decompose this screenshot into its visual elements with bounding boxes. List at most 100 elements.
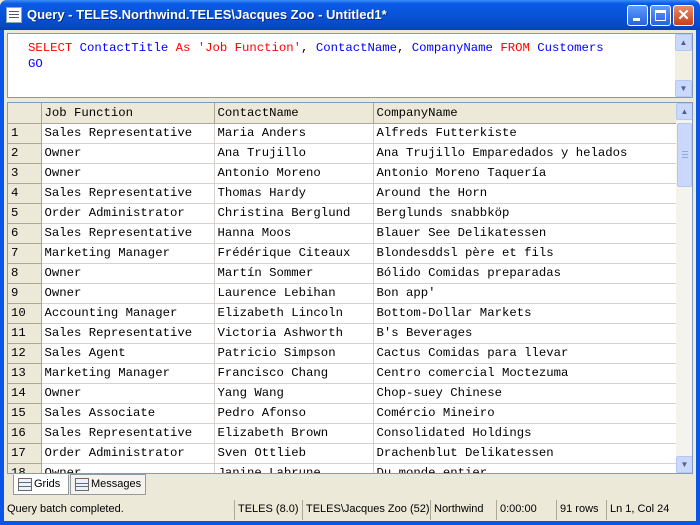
row-number-cell[interactable]: 9	[8, 283, 42, 304]
row-number-cell[interactable]: 12	[8, 343, 42, 364]
job-function-cell[interactable]: Owner	[41, 463, 215, 473]
row-number-cell[interactable]: 17	[8, 443, 42, 464]
table-row[interactable]: 15 Sales Associate Pedro Afonso Comércio Mi…	[8, 403, 678, 424]
row-number-cell[interactable]: 15	[8, 403, 42, 424]
row-number-cell[interactable]: 10	[8, 303, 42, 324]
company-name-cell[interactable]: Drachenblut Delikatessen	[373, 443, 678, 464]
company-name-cell[interactable]: Ana Trujillo Emparedados y helados	[373, 143, 678, 164]
title-bar[interactable]: Query - TELES.Northwind.TELES\Jacques Zo…	[0, 0, 700, 30]
row-number-cell[interactable]: 18	[8, 463, 42, 473]
job-function-cell[interactable]: Order Administrator	[41, 203, 215, 224]
contact-name-cell[interactable]: Francisco Chang	[214, 363, 374, 384]
job-function-cell[interactable]: Sales Representative	[41, 323, 215, 344]
row-number-cell[interactable]: 4	[8, 183, 42, 204]
grid-scroll-thumb[interactable]	[677, 123, 692, 187]
query-app-icon[interactable]	[6, 7, 22, 23]
minimize-button[interactable]	[627, 5, 648, 26]
contact-name-cell[interactable]: Ana Trujillo	[214, 143, 374, 164]
job-function-cell[interactable]: Accounting Manager	[41, 303, 215, 324]
column-header-contact-name[interactable]: ContactName	[214, 103, 374, 124]
column-header-rownum[interactable]	[8, 103, 42, 124]
job-function-cell[interactable]: Sales Representative	[41, 223, 215, 244]
table-row[interactable]: 4 Sales Representative Thomas Hardy Around …	[8, 183, 678, 204]
row-number-cell[interactable]: 11	[8, 323, 42, 344]
job-function-cell[interactable]: Marketing Manager	[41, 363, 215, 384]
contact-name-cell[interactable]: Sven Ottlieb	[214, 443, 374, 464]
maximize-button[interactable]	[650, 5, 671, 26]
contact-name-cell[interactable]: Antonio Moreno	[214, 163, 374, 184]
company-name-cell[interactable]: Blauer See Delikatessen	[373, 223, 678, 244]
job-function-cell[interactable]: Sales Representative	[41, 423, 215, 444]
table-row[interactable]: 18 Owner Janine Labrune Du monde entier	[8, 463, 678, 473]
company-name-cell[interactable]: Blondesddsl père et fils	[373, 243, 678, 264]
table-row[interactable]: 8 Owner Martín Sommer Bólido Comidas prepar…	[8, 263, 678, 284]
contact-name-cell[interactable]: Christina Berglund	[214, 203, 374, 224]
tab-messages[interactable]: Messages	[70, 474, 146, 495]
job-function-cell[interactable]: Order Administrator	[41, 443, 215, 464]
table-row[interactable]: 9 Owner Laurence Lebihan Bon app'	[8, 283, 678, 304]
company-name-cell[interactable]: Chop-suey Chinese	[373, 383, 678, 404]
company-name-cell[interactable]: Consolidated Holdings	[373, 423, 678, 444]
job-function-cell[interactable]: Owner	[41, 383, 215, 404]
row-number-cell[interactable]: 8	[8, 263, 42, 284]
row-number-cell[interactable]: 16	[8, 423, 42, 444]
job-function-cell[interactable]: Marketing Manager	[41, 243, 215, 264]
contact-name-cell[interactable]: Maria Anders	[214, 123, 374, 144]
close-button[interactable]: ✕	[673, 5, 694, 26]
company-name-cell[interactable]: Centro comercial Moctezuma	[373, 363, 678, 384]
contact-name-cell[interactable]: Laurence Lebihan	[214, 283, 374, 304]
table-row[interactable]: 10 Accounting Manager Elizabeth Lincoln Bot…	[8, 303, 678, 324]
job-function-cell[interactable]: Sales Representative	[41, 123, 215, 144]
company-name-cell[interactable]: Du monde entier	[373, 463, 678, 473]
contact-name-cell[interactable]: Yang Wang	[214, 383, 374, 404]
table-row[interactable]: 1 Sales Representative Maria Anders Alfreds…	[8, 123, 678, 144]
table-row[interactable]: 12 Sales Agent Patricio Simpson Cactus Comi…	[8, 343, 678, 364]
contact-name-cell[interactable]: Elizabeth Brown	[214, 423, 374, 444]
grid-scrollbar[interactable]: ▲ ▼	[676, 103, 692, 473]
company-name-cell[interactable]: Alfreds Futterkiste	[373, 123, 678, 144]
contact-name-cell[interactable]: Hanna Moos	[214, 223, 374, 244]
grid-scroll-up-button[interactable]: ▲	[676, 103, 692, 120]
column-header-job-function[interactable]: Job Function	[41, 103, 215, 124]
table-row[interactable]: 11 Sales Representative Victoria Ashworth B…	[8, 323, 678, 344]
company-name-cell[interactable]: Berglunds snabbköp	[373, 203, 678, 224]
sql-text[interactable]: SELECT ContactTitle As 'Job Function', C…	[28, 40, 604, 72]
job-function-cell[interactable]: Sales Associate	[41, 403, 215, 424]
tab-grids[interactable]: Grids	[13, 474, 69, 495]
row-number-cell[interactable]: 13	[8, 363, 42, 384]
row-number-cell[interactable]: 3	[8, 163, 42, 184]
table-row[interactable]: 16 Sales Representative Elizabeth Brown Con…	[8, 423, 678, 444]
table-row[interactable]: 6 Sales Representative Hanna Moos Blauer Se…	[8, 223, 678, 244]
company-name-cell[interactable]: Bon app'	[373, 283, 678, 304]
table-row[interactable]: 5 Order Administrator Christina Berglund Be…	[8, 203, 678, 224]
company-name-cell[interactable]: Around the Horn	[373, 183, 678, 204]
row-number-cell[interactable]: 14	[8, 383, 42, 404]
job-function-cell[interactable]: Owner	[41, 163, 215, 184]
company-name-cell[interactable]: Bottom-Dollar Markets	[373, 303, 678, 324]
company-name-cell[interactable]: Antonio Moreno Taquería	[373, 163, 678, 184]
contact-name-cell[interactable]: Pedro Afonso	[214, 403, 374, 424]
contact-name-cell[interactable]: Martín Sommer	[214, 263, 374, 284]
company-name-cell[interactable]: Cactus Comidas para llevar	[373, 343, 678, 364]
table-row[interactable]: 2 Owner Ana Trujillo Ana Trujillo Emparedad…	[8, 143, 678, 164]
table-row[interactable]: 3 Owner Antonio Moreno Antonio Moreno Taque…	[8, 163, 678, 184]
job-function-cell[interactable]: Owner	[41, 283, 215, 304]
company-name-cell[interactable]: Comércio Mineiro	[373, 403, 678, 424]
table-row[interactable]: 7 Marketing Manager Frédérique Citeaux Blon…	[8, 243, 678, 264]
company-name-cell[interactable]: Bólido Comidas preparadas	[373, 263, 678, 284]
row-number-cell[interactable]: 2	[8, 143, 42, 164]
table-row[interactable]: 17 Order Administrator Sven Ottlieb Drachen…	[8, 443, 678, 464]
job-function-cell[interactable]: Owner	[41, 143, 215, 164]
contact-name-cell[interactable]: Thomas Hardy	[214, 183, 374, 204]
contact-name-cell[interactable]: Elizabeth Lincoln	[214, 303, 374, 324]
row-number-cell[interactable]: 5	[8, 203, 42, 224]
grid-scroll-down-button[interactable]: ▼	[676, 456, 692, 473]
sql-editor[interactable]: SELECT ContactTitle As 'Job Function', C…	[7, 33, 693, 98]
results-grid[interactable]: Job Function ContactName CompanyName 1 Sa…	[7, 102, 693, 474]
company-name-cell[interactable]: B's Beverages	[373, 323, 678, 344]
table-row[interactable]: 14 Owner Yang Wang Chop-suey Chinese	[8, 383, 678, 404]
contact-name-cell[interactable]: Frédérique Citeaux	[214, 243, 374, 264]
job-function-cell[interactable]: Sales Agent	[41, 343, 215, 364]
contact-name-cell[interactable]: Victoria Ashworth	[214, 323, 374, 344]
row-number-cell[interactable]: 7	[8, 243, 42, 264]
